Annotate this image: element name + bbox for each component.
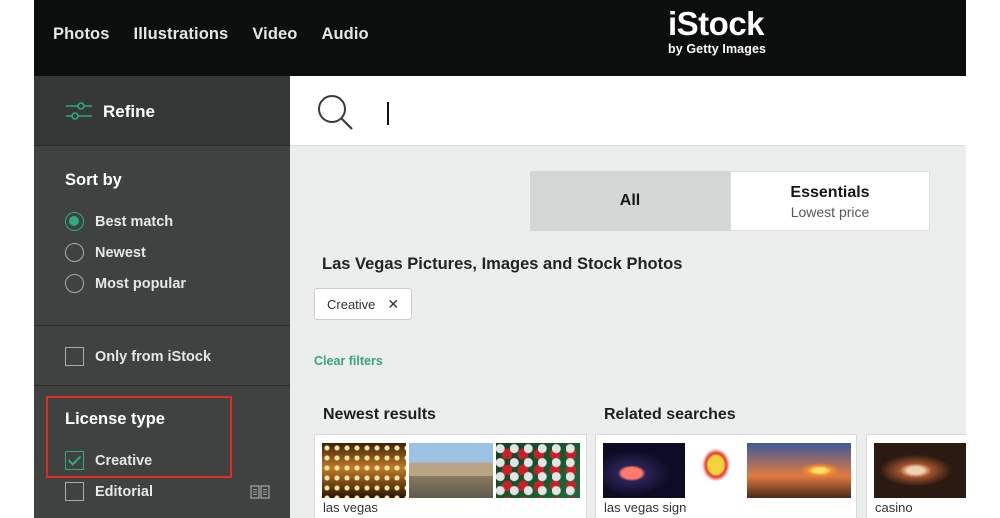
checkbox-unchecked[interactable] — [65, 482, 84, 501]
thumbnail-image — [409, 443, 493, 498]
related-searches-heading: Related searches — [604, 406, 736, 423]
istock-logo[interactable]: iStock by Getty Images — [668, 5, 767, 56]
sort-option-label: Most popular — [95, 275, 187, 292]
only-from-istock-checkbox[interactable]: Only from iStock — [65, 347, 211, 366]
card-label: las vegas — [323, 500, 378, 515]
thumbnail-image — [496, 443, 580, 498]
nav-audio[interactable]: Audio — [321, 25, 368, 44]
sliders-icon — [66, 102, 92, 120]
sort-option-most-popular[interactable]: Most popular — [65, 274, 186, 293]
tab-sublabel: Lowest price — [790, 204, 870, 220]
radio-unselected[interactable] — [65, 274, 84, 293]
top-bar: Photos Illustrations Video Audio iStock … — [34, 0, 966, 76]
nav-photos[interactable]: Photos — [53, 25, 110, 44]
text-caret — [387, 102, 389, 125]
card-label: las vegas sign — [604, 500, 687, 515]
thumbnail-image — [688, 443, 744, 498]
radio-selected[interactable] — [65, 212, 84, 231]
tab-all[interactable]: All — [530, 171, 730, 231]
related-card[interactable]: casino — [866, 434, 966, 518]
related-card[interactable]: las vegas sign — [595, 434, 857, 518]
sort-option-label: Best match — [95, 213, 174, 230]
checkbox-label: Editorial — [95, 483, 154, 500]
nav-illustrations[interactable]: Illustrations — [134, 25, 229, 44]
logo-brand: iStock — [668, 5, 765, 42]
tab-essentials[interactable]: Essentials Lowest price — [730, 171, 930, 231]
thumbnail-row — [322, 443, 580, 498]
tab-label: Essentials — [790, 184, 870, 201]
thumbnail-row — [603, 443, 851, 498]
checkbox-label: Only from iStock — [95, 348, 212, 365]
logo-tagline: by Getty Images — [668, 42, 767, 56]
license-tabs: All Essentials Lowest price — [530, 171, 930, 231]
newest-results-heading: Newest results — [323, 406, 436, 423]
thumbnail-row — [874, 443, 966, 498]
radio-unselected[interactable] — [65, 243, 84, 262]
sort-option-best-match[interactable]: Best match — [65, 212, 173, 231]
filter-sidebar: Refine Sort by Best match Newest Most po… — [34, 76, 290, 518]
book-icon[interactable] — [250, 485, 270, 499]
thumbnail-image — [747, 443, 851, 498]
search-bar[interactable] — [290, 76, 966, 146]
thumbnail-image — [322, 443, 406, 498]
page-title: Las Vegas Pictures, Images and Stock Pho… — [322, 255, 683, 273]
sidebar-divider — [34, 385, 290, 386]
chip-label: Creative — [327, 296, 376, 312]
thumbnail-image — [874, 443, 966, 498]
sidebar-divider — [34, 325, 290, 326]
license-editorial-checkbox[interactable]: Editorial — [65, 482, 153, 501]
top-nav: Photos Illustrations Video Audio — [53, 25, 369, 44]
thumbnail-image — [603, 443, 685, 498]
nav-video[interactable]: Video — [252, 25, 297, 44]
refine-header[interactable]: Refine — [34, 76, 290, 146]
highlight-box — [46, 396, 232, 478]
refine-label: Refine — [103, 102, 155, 121]
sort-option-label: Newest — [95, 244, 146, 261]
sort-option-newest[interactable]: Newest — [65, 243, 146, 262]
clear-filters-link[interactable]: Clear filters — [314, 354, 383, 368]
filter-chip[interactable]: Creative ✕ — [314, 288, 413, 320]
result-card[interactable]: las vegas — [314, 434, 587, 518]
sort-by-title: Sort by — [65, 171, 122, 189]
tab-label: All — [619, 192, 641, 209]
close-icon[interactable]: ✕ — [387, 296, 399, 313]
card-label: casino — [875, 500, 913, 515]
search-icon[interactable] — [316, 93, 356, 133]
app-frame: Photos Illustrations Video Audio iStock … — [34, 0, 966, 518]
checkbox-unchecked[interactable] — [65, 347, 84, 366]
